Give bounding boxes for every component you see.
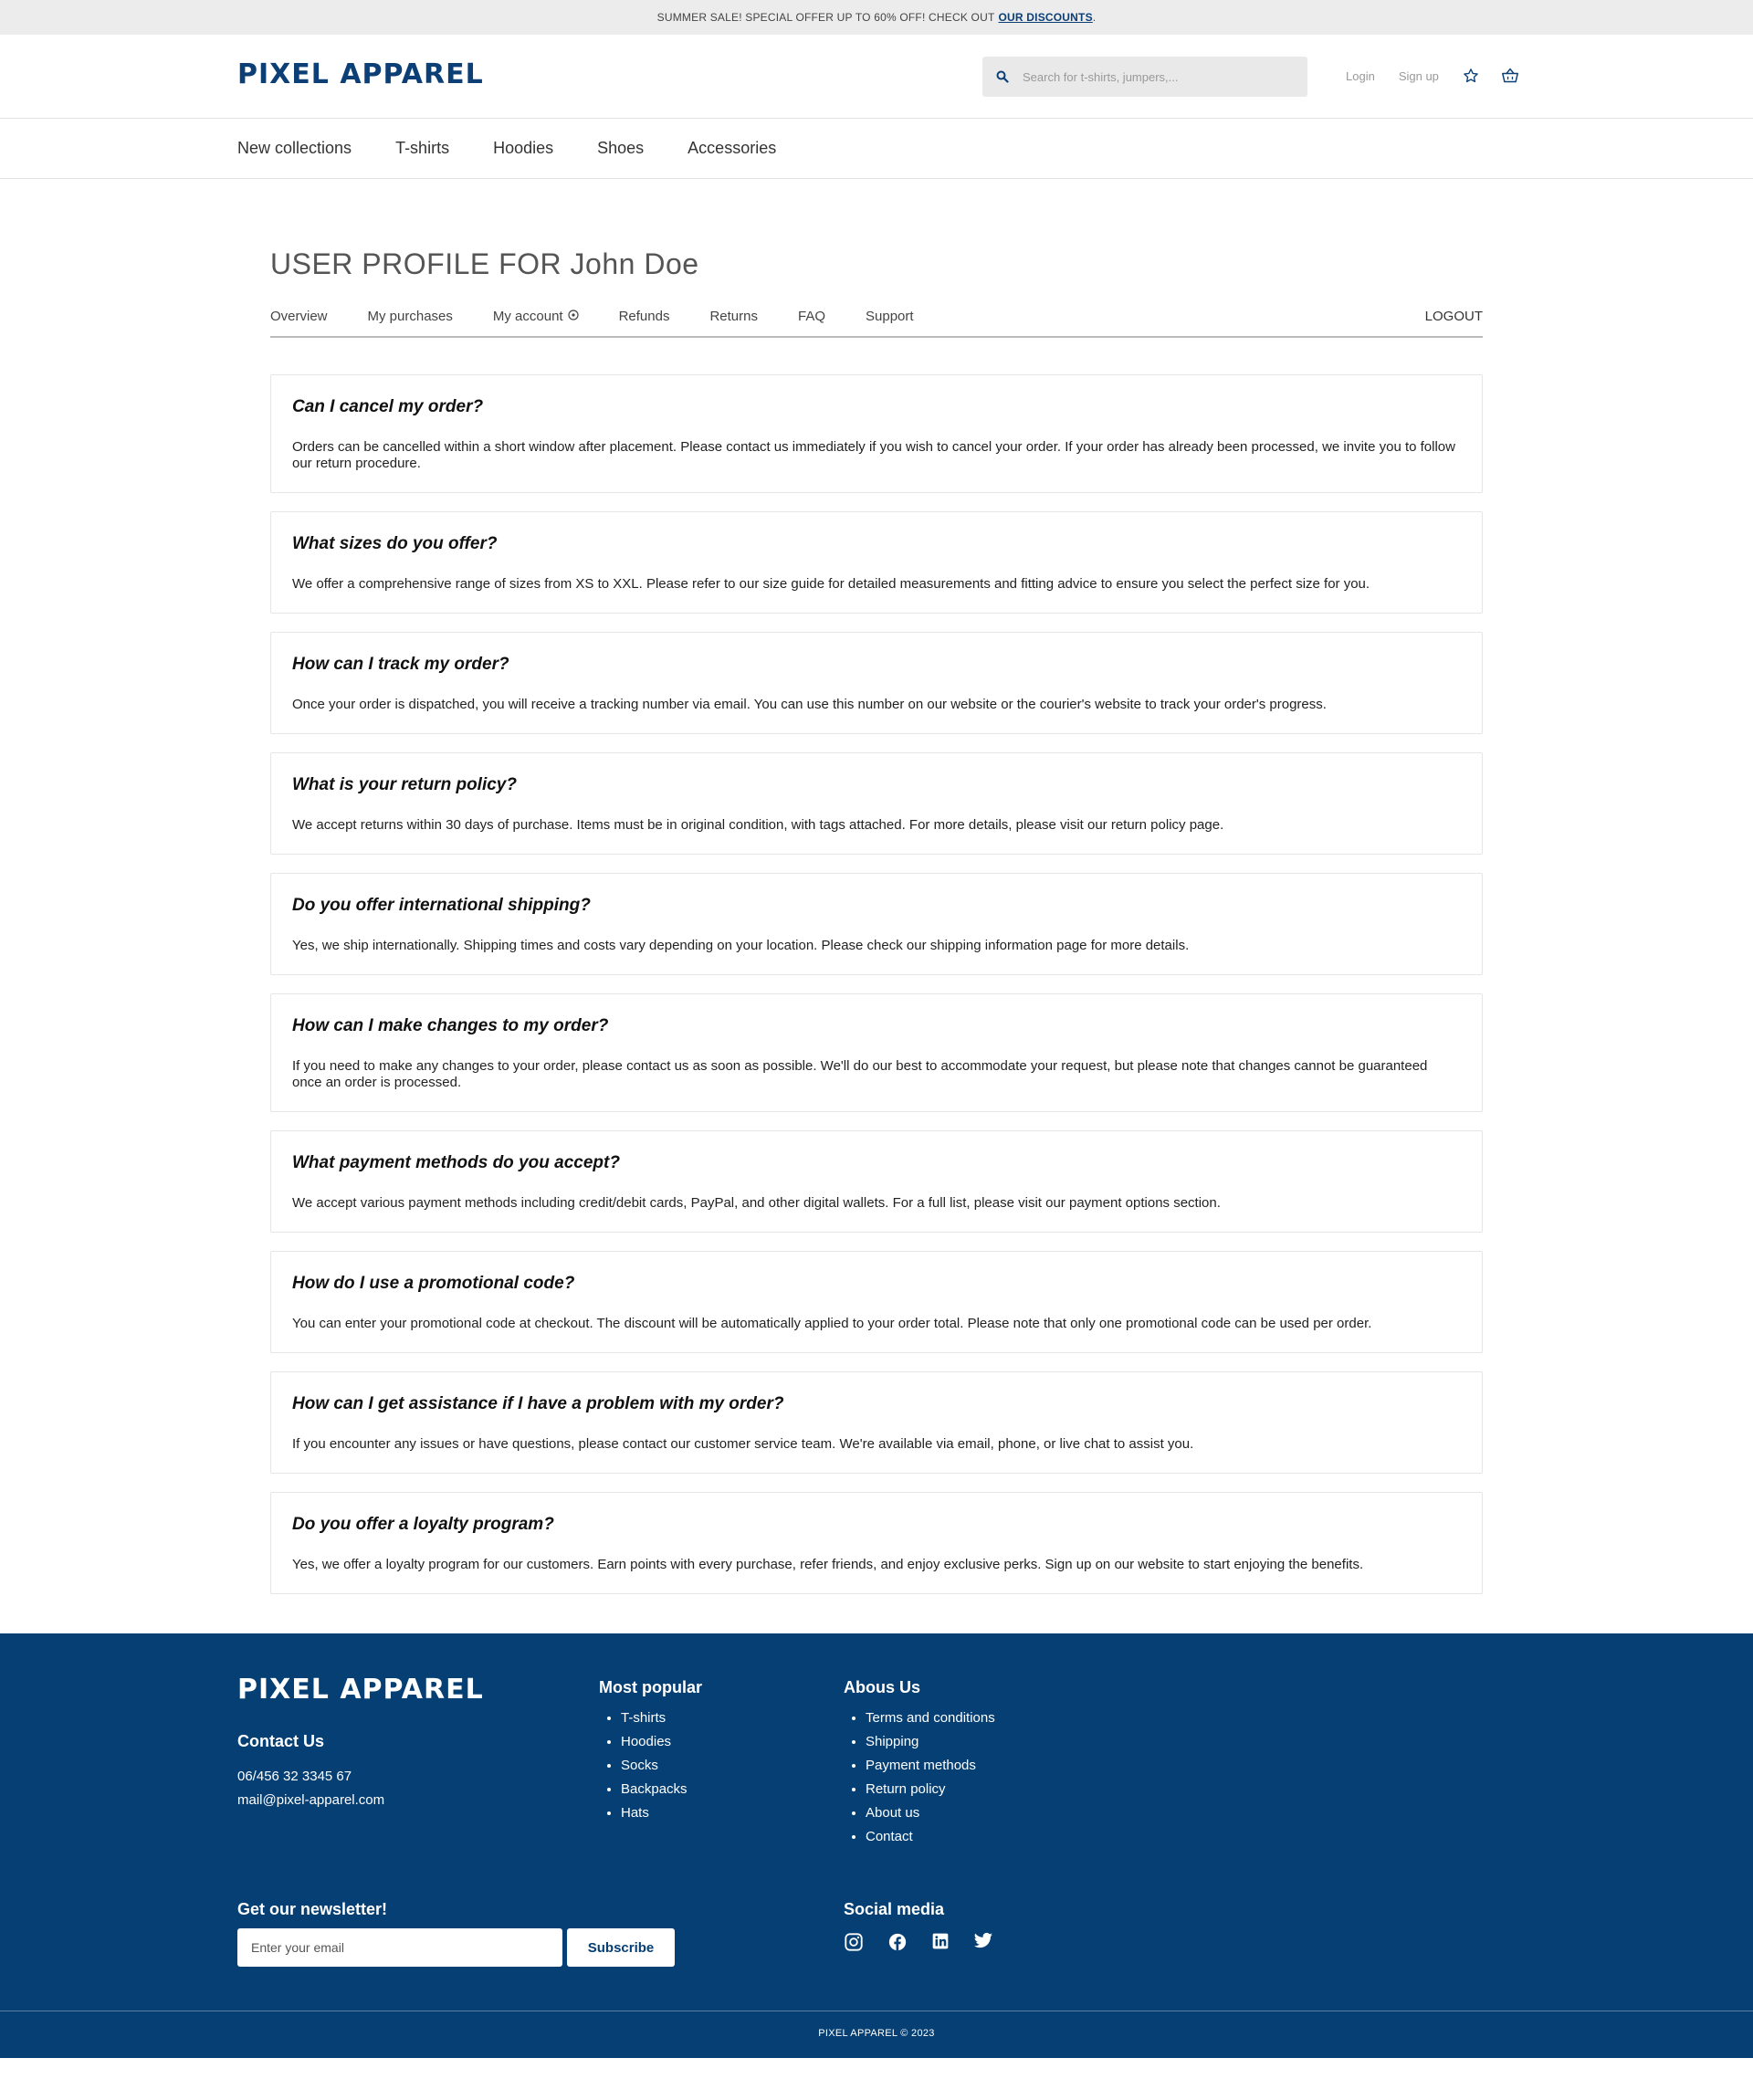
tab-overview[interactable]: Overview xyxy=(270,309,328,324)
newsletter-heading: Get our newsletter! xyxy=(237,1900,388,1918)
faq-answer: If you encounter any issues or have ques… xyxy=(292,1436,1194,1452)
footer-link-contact[interactable]: Contact xyxy=(866,1825,995,1849)
promo-bar: SUMMER SALE! SPECIAL OFFER UP TO 60% OFF… xyxy=(0,0,1753,35)
faq-answer: Yes, we offer a loyalty program for our … xyxy=(292,1557,1364,1572)
faq-answer: You can enter your promotional code at c… xyxy=(292,1316,1372,1331)
faq-question: How can I track my order? xyxy=(292,655,509,674)
basket-icon[interactable] xyxy=(1501,68,1519,84)
brand-logo[interactable]: PIXEL APPAREL xyxy=(237,58,484,90)
faq-answer: We accept various payment methods includ… xyxy=(292,1195,1221,1211)
contact-email[interactable]: mail@pixel-apparel.com xyxy=(237,1793,384,1807)
faq-question: How can I make changes to my order? xyxy=(292,1016,609,1035)
contact-heading: Contact Us xyxy=(237,1732,325,1750)
subscribe-button[interactable]: Subscribe xyxy=(567,1928,675,1967)
twitter-icon[interactable] xyxy=(973,1932,993,1952)
faq-answer: Once your order is dispatched, you will … xyxy=(292,697,1327,712)
tab-my-account[interactable]: My account xyxy=(493,309,579,324)
nav-accessories[interactable]: Accessories xyxy=(688,139,776,158)
faq-item[interactable]: What is your return policy? We accept ret… xyxy=(270,752,1483,855)
newsletter-email-input[interactable] xyxy=(237,1928,562,1967)
footer-most-popular: Most popular T-shirts Hoodies Socks Back… xyxy=(599,1678,702,1825)
faq-item[interactable]: Do you offer international shipping? Yes,… xyxy=(270,873,1483,975)
footer-link-hats[interactable]: Hats xyxy=(621,1801,702,1825)
faq-question: What is your return policy? xyxy=(292,775,517,794)
footer-link-terms[interactable]: Terms and conditions xyxy=(866,1706,995,1730)
profile-tabs: Overview My purchases My account Refunds… xyxy=(270,309,1483,338)
faq-item[interactable]: How do I use a promotional code? You can … xyxy=(270,1251,1483,1353)
faq-item[interactable]: What sizes do you offer? We offer a compr… xyxy=(270,511,1483,614)
faq-item[interactable]: How can I track my order? Once your order… xyxy=(270,632,1483,734)
category-nav: New collections T-shirts Hoodies Shoes A… xyxy=(0,119,1753,179)
faq-item[interactable]: What payment methods do you accept? We ac… xyxy=(270,1130,1483,1233)
faq-answer: We offer a comprehensive range of sizes … xyxy=(292,576,1370,592)
logout-button[interactable]: LOGOUT xyxy=(1425,309,1483,324)
tab-returns[interactable]: Returns xyxy=(709,309,758,324)
contact-phone[interactable]: 06/456 32 3345 67 xyxy=(237,1769,384,1783)
social-media: Social media xyxy=(844,1900,1017,1952)
search-icon[interactable] xyxy=(982,70,1023,83)
footer-link-backpacks[interactable]: Backpacks xyxy=(621,1778,702,1801)
faq-question: Do you offer a loyalty program? xyxy=(292,1515,554,1534)
footer-link-about-us[interactable]: About us xyxy=(866,1801,995,1825)
nav-hoodies[interactable]: Hoodies xyxy=(493,139,553,158)
faq-question: What payment methods do you accept? xyxy=(292,1153,620,1172)
faq-question: Do you offer international shipping? xyxy=(292,896,591,915)
login-link[interactable]: Login xyxy=(1346,69,1375,83)
page-title: USER PROFILE FOR John Doe xyxy=(270,247,699,280)
footer-link-t-shirts[interactable]: T-shirts xyxy=(621,1706,702,1730)
faq-answer: Yes, we ship internationally. Shipping t… xyxy=(292,938,1190,953)
footer-logo[interactable]: PIXEL APPAREL xyxy=(237,1674,484,1706)
chevron-circle-icon xyxy=(567,309,579,324)
footer-link-payment-methods[interactable]: Payment methods xyxy=(866,1754,995,1778)
star-icon[interactable] xyxy=(1463,68,1479,84)
footer-link-return-policy[interactable]: Return policy xyxy=(866,1778,995,1801)
instagram-icon[interactable] xyxy=(844,1932,864,1952)
footer-link-hoodies[interactable]: Hoodies xyxy=(621,1730,702,1754)
main-content: USER PROFILE FOR John Doe Overview My pu… xyxy=(0,247,1483,1594)
tab-faq[interactable]: FAQ xyxy=(798,309,825,324)
faq-answer: We accept returns within 30 days of purc… xyxy=(292,817,1224,833)
search-bar[interactable] xyxy=(982,57,1307,97)
search-input[interactable] xyxy=(1023,69,1287,84)
faq-item[interactable]: How can I get assistance if I have a pro… xyxy=(270,1371,1483,1474)
faq-answer: Orders can be cancelled within a short w… xyxy=(292,439,1455,471)
tab-support[interactable]: Support xyxy=(866,309,914,324)
discounts-link[interactable]: OUR DISCOUNTS xyxy=(999,11,1093,24)
signup-link[interactable]: Sign up xyxy=(1399,69,1439,83)
tab-my-purchases[interactable]: My purchases xyxy=(368,309,453,324)
tab-refunds[interactable]: Refunds xyxy=(619,309,670,324)
facebook-icon[interactable] xyxy=(887,1932,908,1952)
faq-question: How can I get assistance if I have a pro… xyxy=(292,1394,784,1413)
faq-question: Can I cancel my order? xyxy=(292,397,484,416)
nav-t-shirts[interactable]: T-shirts xyxy=(395,139,449,158)
promo-text: SUMMER SALE! SPECIAL OFFER UP TO 60% OFF… xyxy=(656,11,995,24)
tab-my-account-label: My account xyxy=(492,309,563,324)
nav-shoes[interactable]: Shoes xyxy=(597,139,644,158)
site-header: PIXEL APPAREL Login Sign up xyxy=(0,35,1753,119)
most-popular-heading: Most popular xyxy=(599,1678,702,1696)
copyright-text: PIXEL APPAREL © 2023 xyxy=(818,2028,935,2039)
faq-item[interactable]: Do you offer a loyalty program? Yes, we o… xyxy=(270,1492,1483,1594)
nav-new-collections[interactable]: New collections xyxy=(237,139,352,158)
linkedin-icon[interactable] xyxy=(931,1932,950,1952)
faq-question: How do I use a promotional code? xyxy=(292,1274,575,1293)
faq-item[interactable]: Can I cancel my order? Orders can be canc… xyxy=(270,374,1483,493)
faq-answer: If you need to make any changes to your … xyxy=(292,1058,1428,1090)
newsletter: Get our newsletter! Subscribe xyxy=(237,1900,675,1967)
social-heading: Social media xyxy=(844,1900,945,1918)
header-links: Login Sign up xyxy=(1346,68,1541,84)
footer-link-socks[interactable]: Socks xyxy=(621,1754,702,1778)
faq-question: What sizes do you offer? xyxy=(292,534,498,553)
footer-contact: Contact Us 06/456 32 3345 67 mail@pixel-… xyxy=(237,1732,384,1807)
about-heading: Abous Us xyxy=(844,1678,921,1696)
footer-link-shipping[interactable]: Shipping xyxy=(866,1730,995,1754)
faq-list: Can I cancel my order? Orders can be canc… xyxy=(270,374,1483,1594)
site-footer: PIXEL APPAREL Contact Us 06/456 32 3345 … xyxy=(0,1633,1753,2058)
promo-suffix: . xyxy=(1092,11,1097,24)
faq-item[interactable]: How can I make changes to my order? If yo… xyxy=(270,993,1483,1112)
footer-about-us: Abous Us Terms and conditions Shipping P… xyxy=(844,1678,995,1849)
